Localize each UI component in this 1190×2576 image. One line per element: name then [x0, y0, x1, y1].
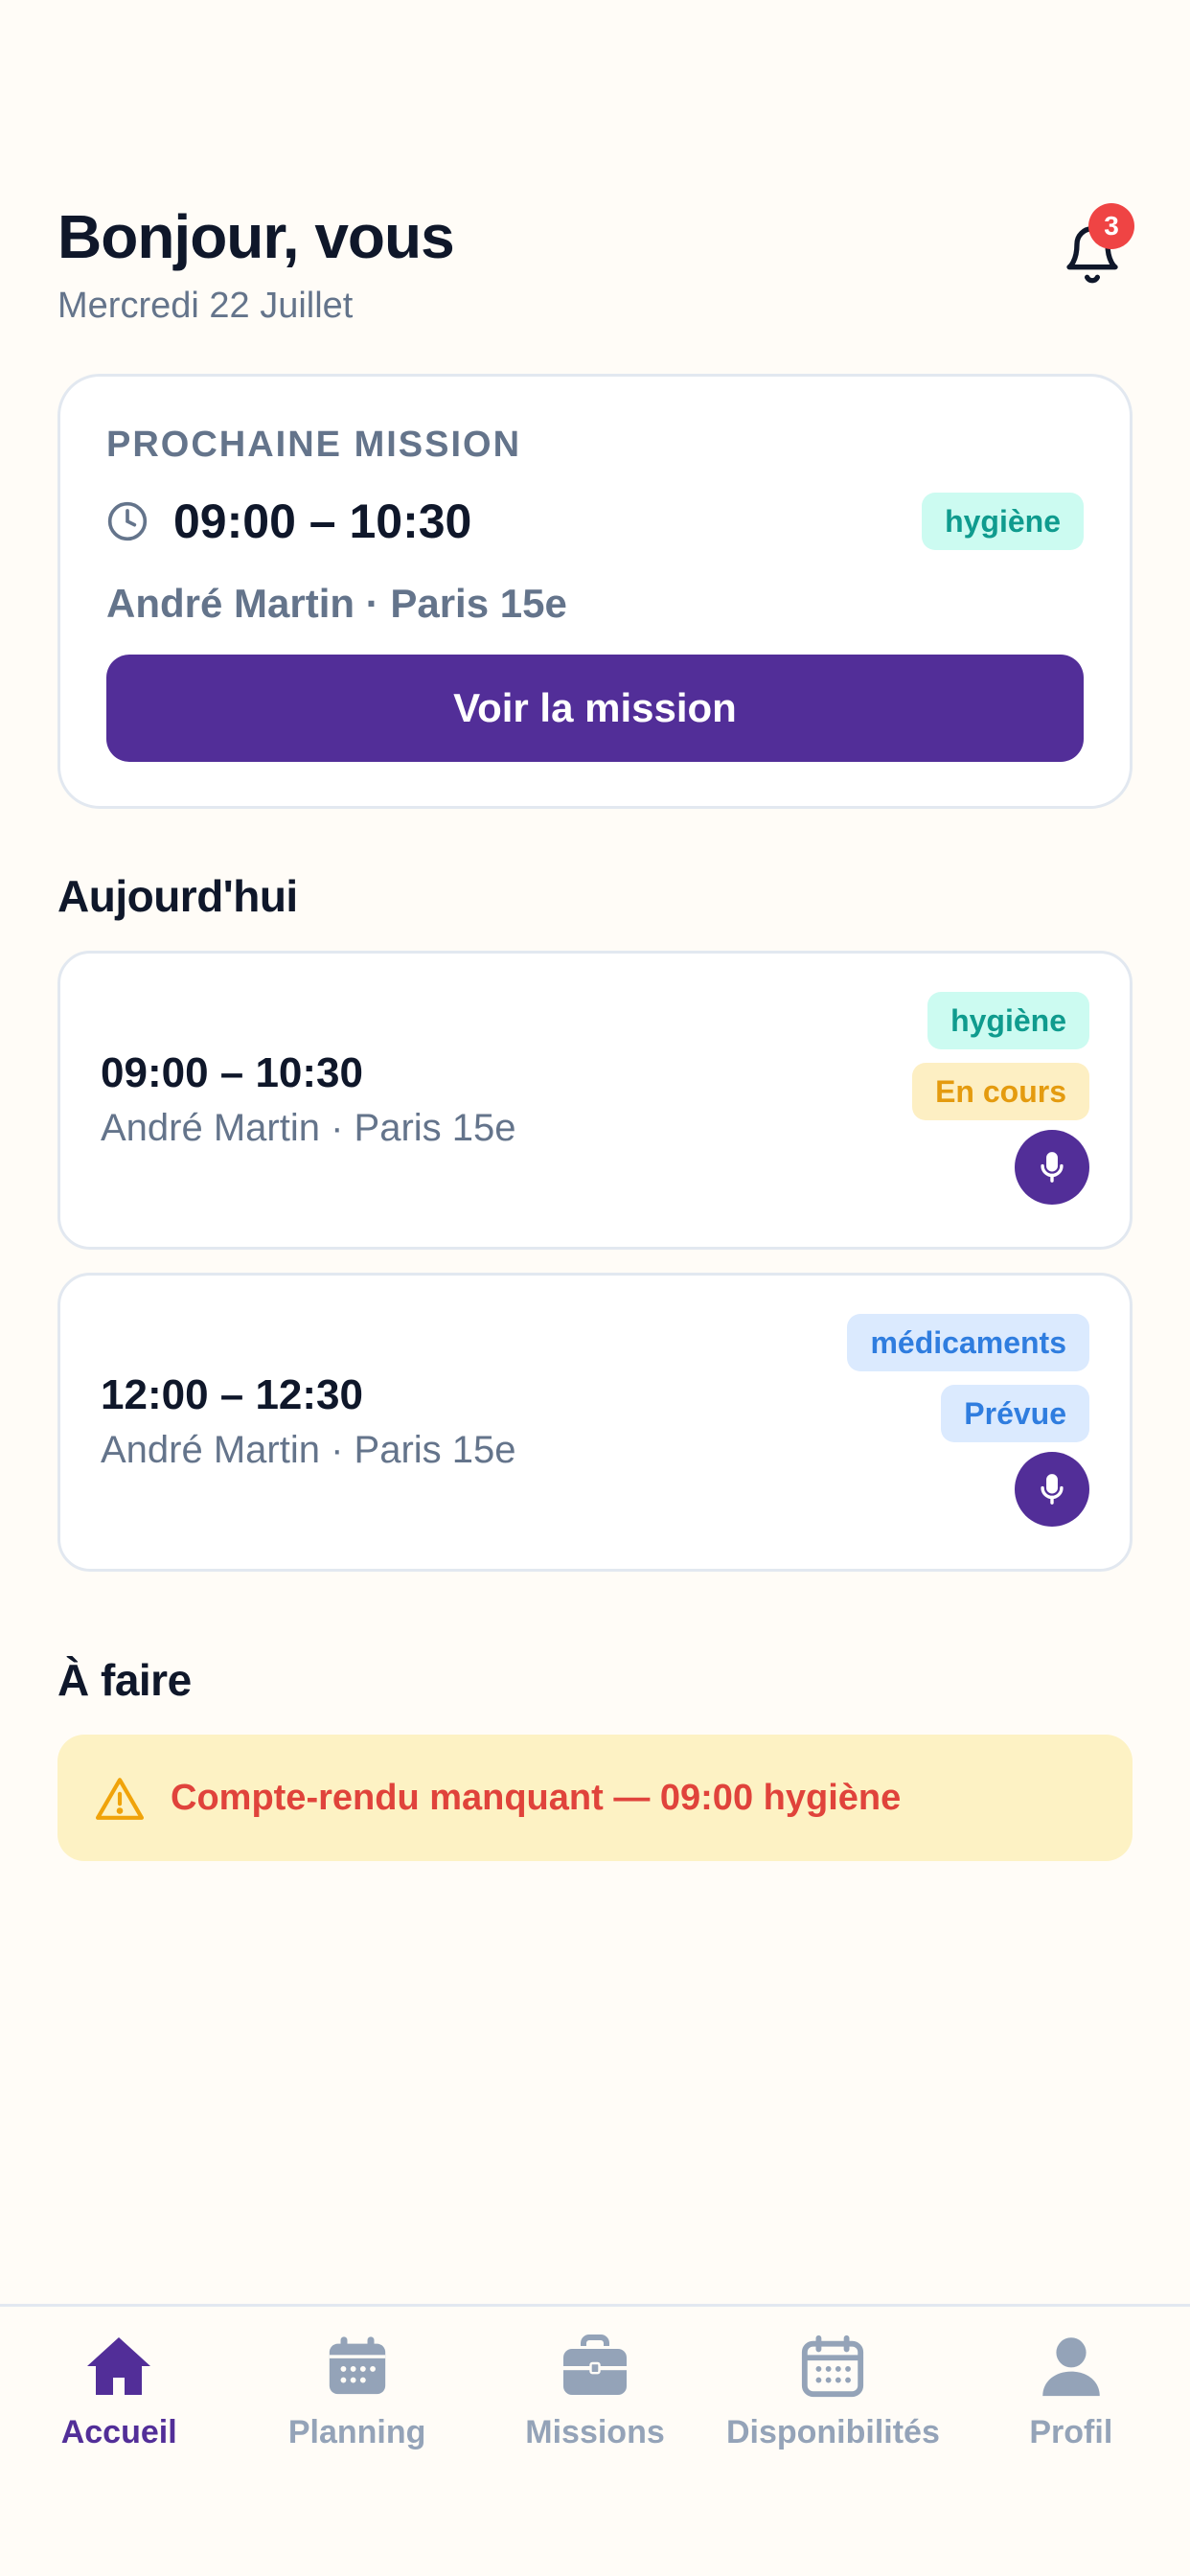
mission-person: André Martin · Paris 15e: [101, 1107, 516, 1149]
tab-accueil[interactable]: Accueil: [0, 2307, 238, 2576]
tab-planning[interactable]: Planning: [238, 2307, 475, 2576]
briefcase-icon: [563, 2334, 628, 2395]
home-icon: [87, 2337, 151, 2395]
mission-status-badge: En cours: [912, 1063, 1089, 1120]
mission-status-badge: Prévue: [941, 1385, 1089, 1442]
section-title-today: Aujourd'hui: [57, 871, 298, 921]
tab-label: Profil: [1029, 2414, 1113, 2450]
microphone-icon: [1041, 1152, 1064, 1183]
bottom-tab-bar: Accueil Planning Missions Disponibilités…: [0, 2304, 1190, 2576]
next-mission-card: PROCHAINE MISSION 09:00 – 10:30 hygiène …: [57, 374, 1133, 809]
tab-disponibilites[interactable]: Disponibilités: [714, 2307, 951, 2576]
tab-profil[interactable]: Profil: [952, 2307, 1190, 2576]
tab-label: Planning: [287, 2414, 426, 2450]
microphone-icon: [1041, 1474, 1064, 1505]
voice-note-button[interactable]: [1015, 1130, 1089, 1205]
mission-time: 12:00 – 12:30: [101, 1371, 363, 1418]
mission-type-badge: hygiène: [927, 992, 1089, 1049]
mission-type-badge: hygiène: [922, 493, 1084, 550]
tab-label: Disponibilités: [725, 2414, 940, 2450]
current-date: Mercredi 22 Juillet: [57, 286, 354, 326]
next-mission-time: 09:00 – 10:30: [173, 494, 472, 548]
mission-person: André Martin · Paris 15e: [101, 1429, 516, 1471]
calendar-grid-icon: [802, 2334, 864, 2398]
mission-type-badge: médicaments: [847, 1314, 1089, 1371]
section-title-todo: À faire: [57, 1655, 192, 1705]
todo-item-text: Compte-rendu manquant — 09:00 hygiène: [171, 1777, 902, 1818]
mission-time: 09:00 – 10:30: [101, 1049, 363, 1096]
todo-item-missing-report[interactable]: Compte-rendu manquant — 09:00 hygiène: [57, 1735, 1133, 1861]
notification-badge: 3: [1088, 203, 1134, 249]
tab-label: Accueil: [60, 2414, 177, 2450]
mission-card[interactable]: 09:00 – 10:30 André Martin · Paris 15e h…: [57, 951, 1133, 1250]
user-icon: [1042, 2337, 1100, 2397]
view-mission-button[interactable]: Voir la mission: [106, 655, 1084, 762]
mission-card[interactable]: 12:00 – 12:30 André Martin · Paris 15e m…: [57, 1273, 1133, 1572]
warning-icon: [96, 1778, 144, 1820]
next-mission-person: André Martin · Paris 15e: [106, 581, 567, 626]
greeting-title: Bonjour, vous: [57, 202, 455, 271]
clock-icon: [107, 501, 148, 541]
notifications-button[interactable]: 3: [1052, 203, 1134, 289]
header: Bonjour, vous Mercredi 22 Juillet 3: [57, 201, 1134, 326]
tab-missions[interactable]: Missions: [476, 2307, 714, 2576]
next-mission-label: PROCHAINE MISSION: [106, 425, 522, 465]
calendar-icon: [329, 2336, 385, 2395]
voice-note-button[interactable]: [1015, 1452, 1089, 1527]
tab-label: Missions: [525, 2414, 665, 2450]
